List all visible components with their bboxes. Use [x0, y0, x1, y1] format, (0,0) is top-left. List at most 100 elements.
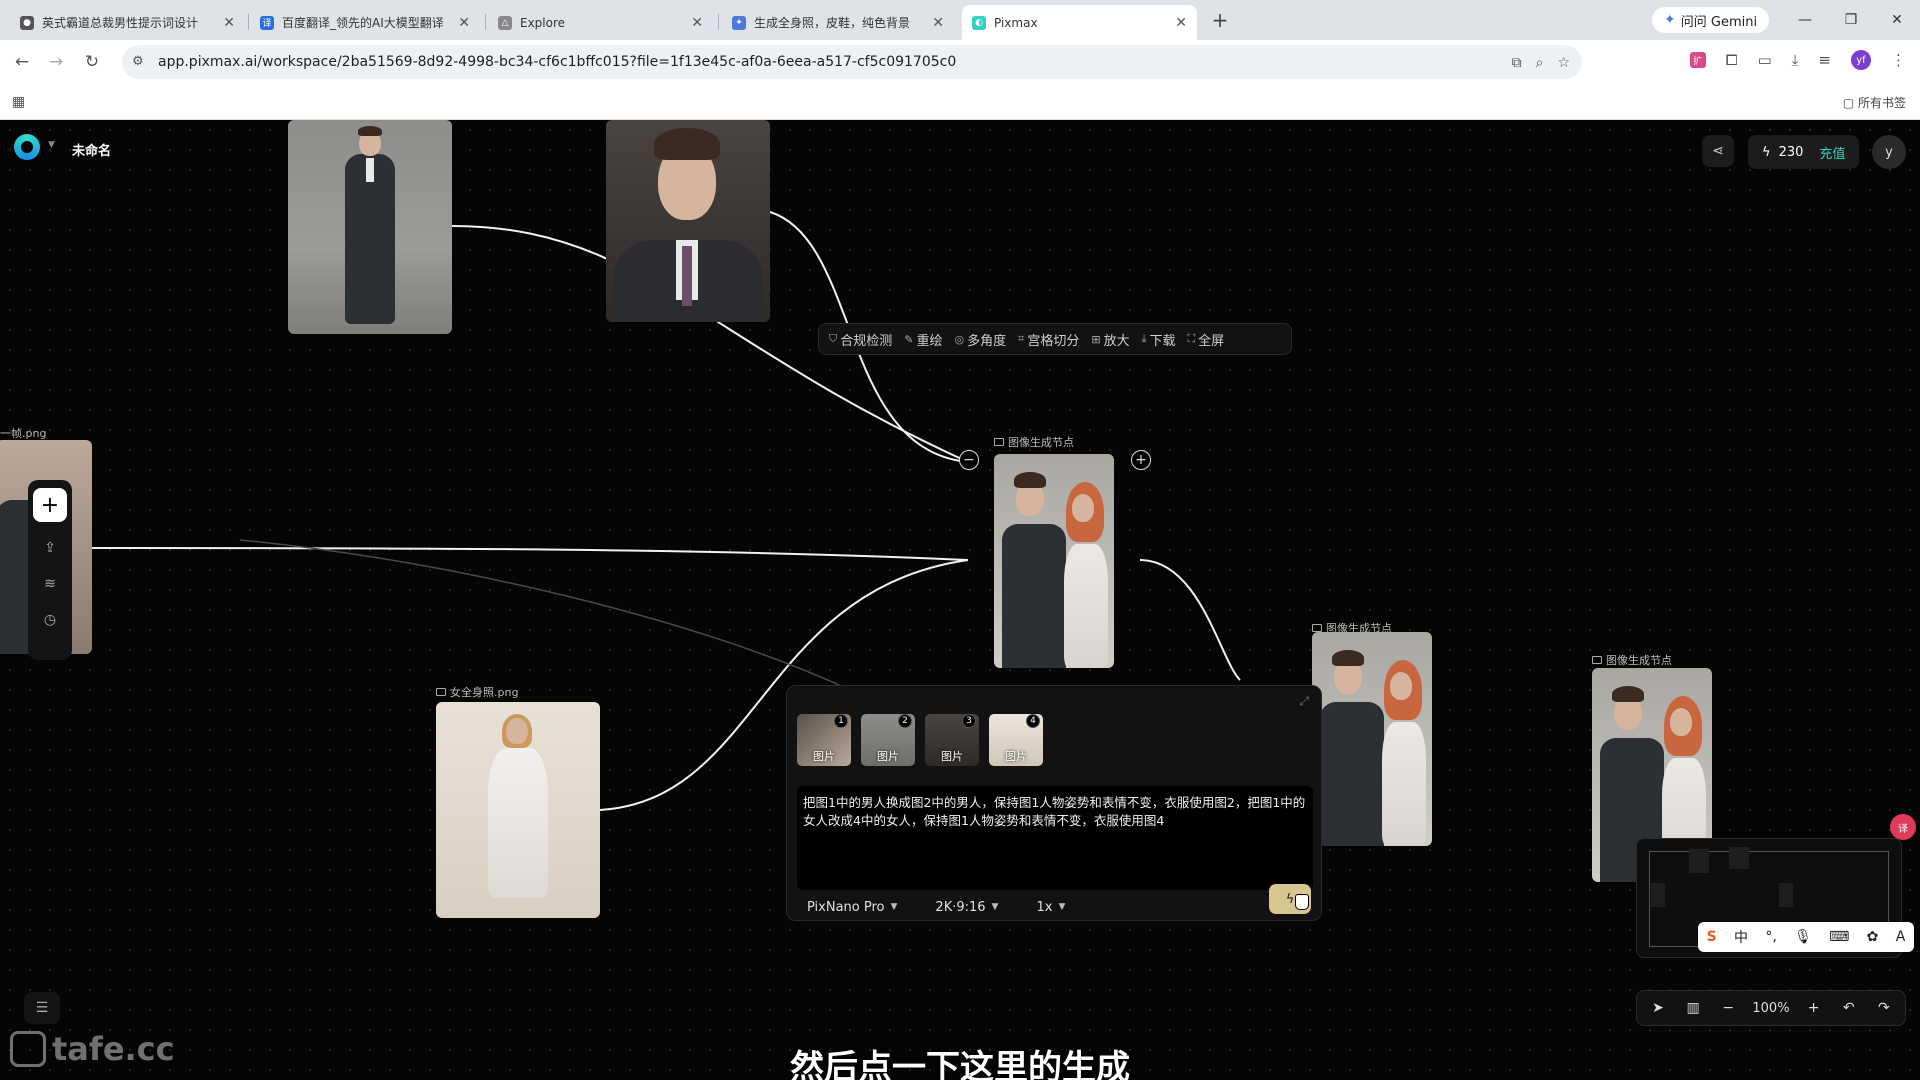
redo-icon[interactable]: ↷ — [1873, 1000, 1895, 1016]
woman-node-label: 女全身照.png — [436, 684, 518, 700]
tab-baidu-translate[interactable]: 译 百度翻译_领先的AI大模型翻译 ✕ — [250, 5, 480, 40]
tab-prompt-design[interactable]: ● 英式霸道总裁男性提示词设计 ✕ — [10, 5, 245, 40]
chevron-down-icon[interactable]: ▼ — [48, 140, 55, 150]
workflow-canvas[interactable]: ▼ 未命名 ⋖ ϟ 230 充值 y 一帧.png + ⇪ ≋ ◷ ⛉ 合规检测… — [0, 120, 1920, 1080]
reference-image-4[interactable]: 4 图片 — [989, 714, 1043, 766]
keyboard-icon[interactable]: ⌨ — [1829, 929, 1849, 945]
restore-icon[interactable]: ❐ — [1828, 0, 1874, 40]
reload-icon[interactable]: ↻ — [80, 50, 104, 74]
profile-avatar[interactable]: yf — [1851, 50, 1871, 70]
reference-image-2[interactable]: 2 图片 — [861, 714, 915, 766]
reference-image-1[interactable]: 1 图片 — [797, 714, 851, 766]
chinese-mode-icon[interactable]: 中 — [1734, 927, 1748, 947]
prompt-textarea[interactable]: 把图1中的男人换成图2中的男人，保持图1人物姿势和表情不变，衣服使用图2，把图1… — [797, 786, 1313, 890]
recharge-button[interactable]: 充值 — [1819, 143, 1845, 162]
right-node-2-title: 图像生成节点 — [1606, 654, 1672, 667]
add-node-button[interactable]: + — [33, 488, 67, 522]
skin-icon[interactable]: ✿ — [1867, 929, 1879, 945]
compliance-check-button[interactable]: ⛉ 合规检测 — [829, 330, 892, 349]
zoom-in-icon[interactable]: + — [1803, 1000, 1825, 1016]
output-port-plus[interactable]: + — [1131, 450, 1151, 470]
gemini-label: 问问 Gemini — [1680, 14, 1758, 30]
action-label: 下载 — [1149, 333, 1176, 349]
browser-tabbar: ● 英式霸道总裁男性提示词设计 ✕ 译 百度翻译_领先的AI大模型翻译 ✕ △ … — [0, 0, 1920, 40]
image-node-woman-fullbody[interactable] — [436, 702, 600, 918]
close-icon[interactable]: ✕ — [223, 15, 235, 31]
reference-number: 3 — [962, 714, 976, 728]
upscale-button[interactable]: ⊞ 放大 — [1091, 330, 1129, 349]
extensions-icon[interactable]: ⧠ — [1726, 51, 1738, 69]
install-app-icon[interactable]: ⧉ — [1512, 55, 1522, 71]
outline-list-button[interactable]: ☰ — [24, 992, 60, 1024]
back-icon[interactable]: ← — [10, 50, 34, 74]
select-tool-icon[interactable]: ➤ — [1647, 1000, 1669, 1016]
history-icon[interactable]: ◷ — [44, 610, 56, 630]
omnibox[interactable]: ⚙ app.pixmax.ai/workspace/2ba51569-8d92-… — [122, 45, 1582, 79]
tab-gemini-generate[interactable]: ✦ 生成全身照，皮鞋，纯色背景 ✕ — [722, 5, 954, 40]
share-button[interactable]: ⋖ — [1702, 135, 1734, 167]
forward-icon[interactable]: → — [44, 50, 68, 74]
model-select[interactable]: PixNano Pro ▼ — [797, 900, 897, 915]
minimize-icon[interactable]: — — [1782, 0, 1828, 40]
download-button[interactable]: ⤓ 下载 — [1142, 330, 1176, 349]
pixmax-logo[interactable] — [14, 134, 40, 160]
image-node-suit-fullbody[interactable] — [288, 120, 452, 334]
close-window-icon[interactable]: ✕ — [1874, 0, 1920, 40]
ai-icon[interactable]: A — [1896, 929, 1906, 945]
project-title[interactable]: 未命名 — [72, 140, 111, 159]
undo-icon[interactable]: ↶ — [1838, 1000, 1860, 1016]
extension-pink-icon[interactable]: 扩 — [1689, 52, 1706, 68]
cast-icon[interactable]: ▭ — [1758, 51, 1772, 69]
close-icon[interactable]: ✕ — [691, 15, 703, 31]
action-label: 放大 — [1103, 333, 1130, 349]
user-avatar[interactable]: y — [1872, 135, 1906, 169]
reference-image-3[interactable]: 3 图片 — [925, 714, 979, 766]
apps-grid-icon[interactable]: ▦ — [12, 94, 25, 110]
zoom-out-icon[interactable]: − — [1717, 1000, 1739, 1016]
tab-pixmax[interactable]: ◐ Pixmax ✕ — [962, 5, 1197, 40]
tab-favicon-icon: ● — [20, 15, 34, 30]
chevron-down-icon: ▼ — [890, 902, 898, 912]
image-icon — [1312, 624, 1322, 632]
image-node-man-portrait[interactable] — [606, 120, 770, 322]
grid-split-button[interactable]: ⌗ 宫格切分 — [1018, 330, 1079, 349]
reference-number: 2 — [898, 714, 912, 728]
close-icon[interactable]: ✕ — [458, 15, 470, 31]
upload-icon[interactable]: ⇪ — [44, 538, 56, 558]
site-settings-icon[interactable]: ⚙ — [132, 54, 144, 69]
zoom-toolbar: ➤ ▥ − 100% + ↶ ↷ — [1636, 990, 1906, 1026]
address-bar: ← → ↻ ⚙ app.pixmax.ai/workspace/2ba51569… — [0, 40, 1920, 84]
center-node-title: 图像生成节点 — [1008, 436, 1074, 449]
bookmark-star-icon[interactable]: ☆ — [1557, 55, 1570, 71]
reference-images: 1 图片 2 图片 3 图片 4 图片 — [797, 714, 1043, 766]
close-icon[interactable]: ✕ — [1175, 15, 1187, 31]
sogou-icon[interactable]: S — [1707, 929, 1717, 945]
url-text[interactable]: app.pixmax.ai/workspace/2ba51569-8d92-49… — [158, 54, 956, 70]
tab-explore[interactable]: △ Explore ✕ — [488, 5, 713, 40]
all-bookmarks-button[interactable]: ▢ 所有书签 — [1843, 94, 1906, 111]
image-node-right-1[interactable] — [1312, 632, 1432, 846]
download-icon[interactable]: ⤓ — [1792, 51, 1799, 69]
translate-extension-icon[interactable]: 译 — [1890, 814, 1916, 840]
multi-angle-button[interactable]: ◎ 多角度 — [955, 330, 1007, 349]
zoom-level: 100% — [1752, 1000, 1790, 1016]
count-select[interactable]: 1x ▼ — [1026, 900, 1065, 915]
zoom-icon[interactable]: ⌕ — [1536, 55, 1544, 71]
new-tab-button[interactable]: + — [1208, 8, 1232, 32]
tab-title: Explore — [520, 15, 566, 30]
redraw-button[interactable]: ✎ 重绘 — [904, 330, 942, 349]
input-port[interactable]: − — [959, 450, 979, 470]
media-control-icon[interactable]: ≡ — [1818, 51, 1831, 69]
microphone-icon[interactable]: 🎙 — [1794, 929, 1812, 945]
expand-icon[interactable]: ⤢ — [1299, 694, 1309, 709]
credits-display[interactable]: ϟ 230 充值 — [1748, 135, 1860, 169]
punctuation-icon[interactable]: °, — [1765, 929, 1776, 945]
resolution-select[interactable]: 2K·9:16 ▼ — [925, 900, 998, 915]
close-icon[interactable]: ✕ — [932, 15, 944, 31]
map-icon[interactable]: ▥ — [1682, 1000, 1704, 1016]
fullscreen-button[interactable]: ⛶ 全屏 — [1187, 330, 1224, 349]
menu-kebab-icon[interactable]: ⋮ — [1891, 51, 1906, 69]
ask-gemini-button[interactable]: ✦ 问问 Gemini — [1652, 7, 1770, 33]
layers-icon[interactable]: ≋ — [44, 574, 56, 594]
image-node-center-generated[interactable] — [994, 454, 1114, 668]
